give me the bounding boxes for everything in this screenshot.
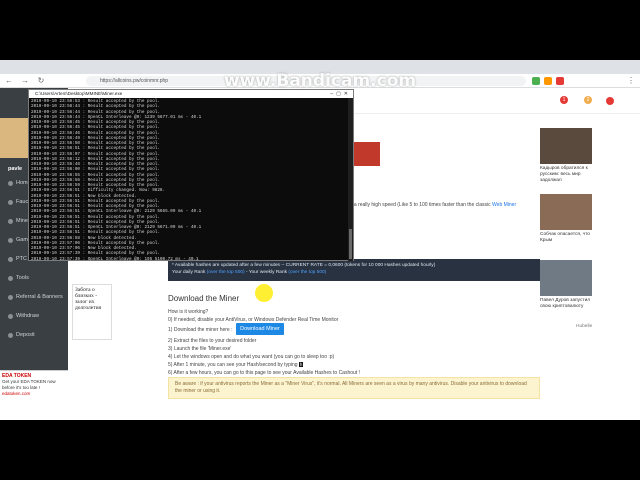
miner-console-window[interactable]: C:\Users\Artem\Desktop\MMINE\Miner.exe –… bbox=[28, 89, 354, 261]
news-headline: Кадыров обратился к русским: весь мир за… bbox=[540, 166, 588, 183]
step-6: 6) After a few hours, you can go to this… bbox=[168, 370, 360, 376]
eda-token-ad[interactable]: EDA TOKEN Get your EDA TOKEN now before … bbox=[0, 370, 68, 420]
download-miner-button[interactable]: Download Miner bbox=[236, 323, 284, 335]
news-widget[interactable]: Забота о близких - залог их долголетия bbox=[72, 284, 112, 340]
withdraw-icon bbox=[8, 313, 13, 319]
news-footer: Hubelle bbox=[576, 324, 593, 329]
hash-rate-banner: * Available hashes are updated after a f… bbox=[168, 259, 540, 281]
news-headline: Павел Дуров запустил свою криптовалюту bbox=[540, 298, 591, 309]
daily-rank-label: Your daily Rank bbox=[172, 270, 206, 275]
ad-line: edatoken.com bbox=[2, 391, 31, 396]
sidebar-item-referral[interactable]: Referral & Banners bbox=[8, 294, 63, 300]
console-line: 2019-09-10 23:57:39 : OpenCL Interleave … bbox=[31, 256, 199, 262]
news-headline: Собчак опасается, что Крым bbox=[540, 232, 590, 243]
sidebar-item-withdraw[interactable]: Withdraw bbox=[8, 313, 39, 319]
tools-icon bbox=[8, 275, 13, 281]
news-item[interactable]: Кадыров обратился к русским: весь мир за… bbox=[540, 128, 598, 184]
news-image bbox=[540, 128, 592, 164]
sidebar-item-label: Deposit bbox=[16, 332, 35, 338]
bandicam-watermark: www.Bandicam.com bbox=[223, 71, 417, 91]
sidebar-item-deposit[interactable]: Deposit bbox=[8, 332, 35, 338]
how-it-works: How is it working? bbox=[168, 309, 209, 315]
console-scrollbar[interactable] bbox=[348, 98, 353, 261]
mouse-cursor-highlight bbox=[255, 284, 273, 302]
step-1: 1) Download the miner here : bbox=[168, 327, 233, 333]
step-3: 3) Launch the file 'Miner.exe' bbox=[168, 346, 232, 352]
antivirus-warning: Be aware : if your antivirus reports the… bbox=[168, 377, 540, 399]
console-output: 2019-09-10 23:56:53 : Result accepted by… bbox=[29, 98, 353, 261]
faucet-icon bbox=[8, 199, 13, 205]
weekly-rank-link[interactable]: (over the top 500) bbox=[288, 270, 326, 275]
h-key: h bbox=[298, 362, 304, 367]
games-icon bbox=[8, 237, 13, 243]
user-avatar[interactable] bbox=[606, 97, 614, 105]
console-title-bar: C:\Users\Artem\Desktop\MMINE\Miner.exe –… bbox=[29, 90, 353, 98]
scroll-thumb[interactable] bbox=[349, 229, 352, 259]
rank-line: Your daily Rank (over the top 500) - You… bbox=[172, 269, 536, 276]
sidebar-item-label: Referral & Banners bbox=[16, 294, 63, 300]
sidebar-item-tools[interactable]: Tools bbox=[8, 275, 29, 281]
deposit-icon bbox=[8, 332, 13, 338]
step-5: 5) After 1 minute, you can see your Hash… bbox=[168, 362, 304, 368]
daily-rank-link[interactable]: (over the top 500) bbox=[207, 270, 245, 275]
sidebar-item-label: Tools bbox=[16, 275, 29, 281]
weekly-rank-label: - Your weekly Rank bbox=[245, 270, 288, 275]
referral-icon bbox=[8, 294, 13, 300]
notification-badge[interactable]: 1 bbox=[560, 96, 568, 104]
message-badge[interactable]: 2 bbox=[584, 96, 592, 104]
web-miner-link[interactable]: Web Miner bbox=[492, 202, 516, 208]
step-2: 2) Extract the files to your desired fol… bbox=[168, 338, 257, 344]
console-title: C:\Users\Artem\Desktop\MMINE\Miner.exe bbox=[35, 91, 123, 96]
sidebar-user-name: pavle bbox=[8, 166, 23, 172]
miner-icon bbox=[8, 218, 13, 224]
news-item[interactable]: Собчак опасается, что Крым bbox=[540, 194, 598, 244]
news-image bbox=[540, 194, 592, 230]
sidebar-item-miner[interactable]: Miner bbox=[8, 218, 30, 224]
ptc-icon bbox=[8, 256, 13, 262]
step-5-text: 5) After 1 minute, you can see your Hash… bbox=[168, 362, 298, 368]
rate-line: * Available hashes are updated after a f… bbox=[172, 263, 436, 268]
download-section-title: Download the Miner bbox=[168, 294, 240, 303]
avatar bbox=[0, 118, 30, 158]
intro-sentence: ers at a really high speed (Like 5 to 10… bbox=[340, 202, 491, 208]
intro-text: ers at a really high speed (Like 5 to 10… bbox=[340, 202, 540, 208]
news-item[interactable]: Павел Дуров запустил свою криптовалюту bbox=[540, 260, 598, 310]
home-icon bbox=[8, 180, 13, 186]
step-4: 4) Let the windows open and do what you … bbox=[168, 354, 335, 360]
news-image bbox=[540, 260, 592, 296]
window-controls[interactable]: –▢✕ bbox=[330, 90, 351, 98]
sidebar-item-label: Withdraw bbox=[16, 313, 39, 319]
desktop-screen: ← → ↻ https://allcoins.pw/coinmnr.php ⋮ … bbox=[0, 60, 640, 420]
